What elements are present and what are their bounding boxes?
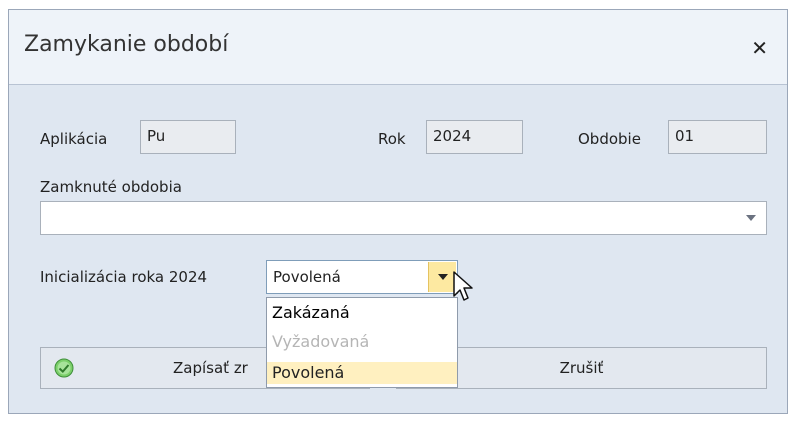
init-year-select[interactable]: Povolená xyxy=(266,260,458,294)
dialog-titlebar: Zamykanie období ✕ xyxy=(9,10,787,85)
option-povolena[interactable]: Povolená xyxy=(267,362,457,384)
check-circle-icon xyxy=(54,358,74,378)
init-year-value: Povolená xyxy=(273,268,341,286)
chevron-down-icon[interactable] xyxy=(746,215,756,221)
mouse-pointer-icon xyxy=(453,271,473,301)
year-label: Rok xyxy=(378,130,406,148)
app-label: Aplikácia xyxy=(40,130,108,148)
closed-periods-label: Zamknuté obdobia xyxy=(40,178,182,196)
init-year-label: Inicializácia roka 2024 xyxy=(40,268,208,286)
year-field[interactable]: 2024 xyxy=(426,120,523,154)
save-button-label: Zapísať zr xyxy=(173,359,248,377)
period-field[interactable]: 01 xyxy=(668,120,767,154)
closed-periods-combo[interactable] xyxy=(40,201,767,235)
dialog-title: Zamykanie období xyxy=(24,32,229,57)
option-vyzadovana: Vyžadovaná xyxy=(272,332,370,351)
close-icon[interactable]: ✕ xyxy=(751,36,768,60)
option-zakazana[interactable]: Zakázaná xyxy=(267,302,457,324)
init-year-dropdown-list: Zakázaná Vyžadovaná Povolená xyxy=(266,297,458,388)
period-label: Obdobie xyxy=(578,130,641,148)
app-field[interactable]: Pu xyxy=(140,120,236,154)
